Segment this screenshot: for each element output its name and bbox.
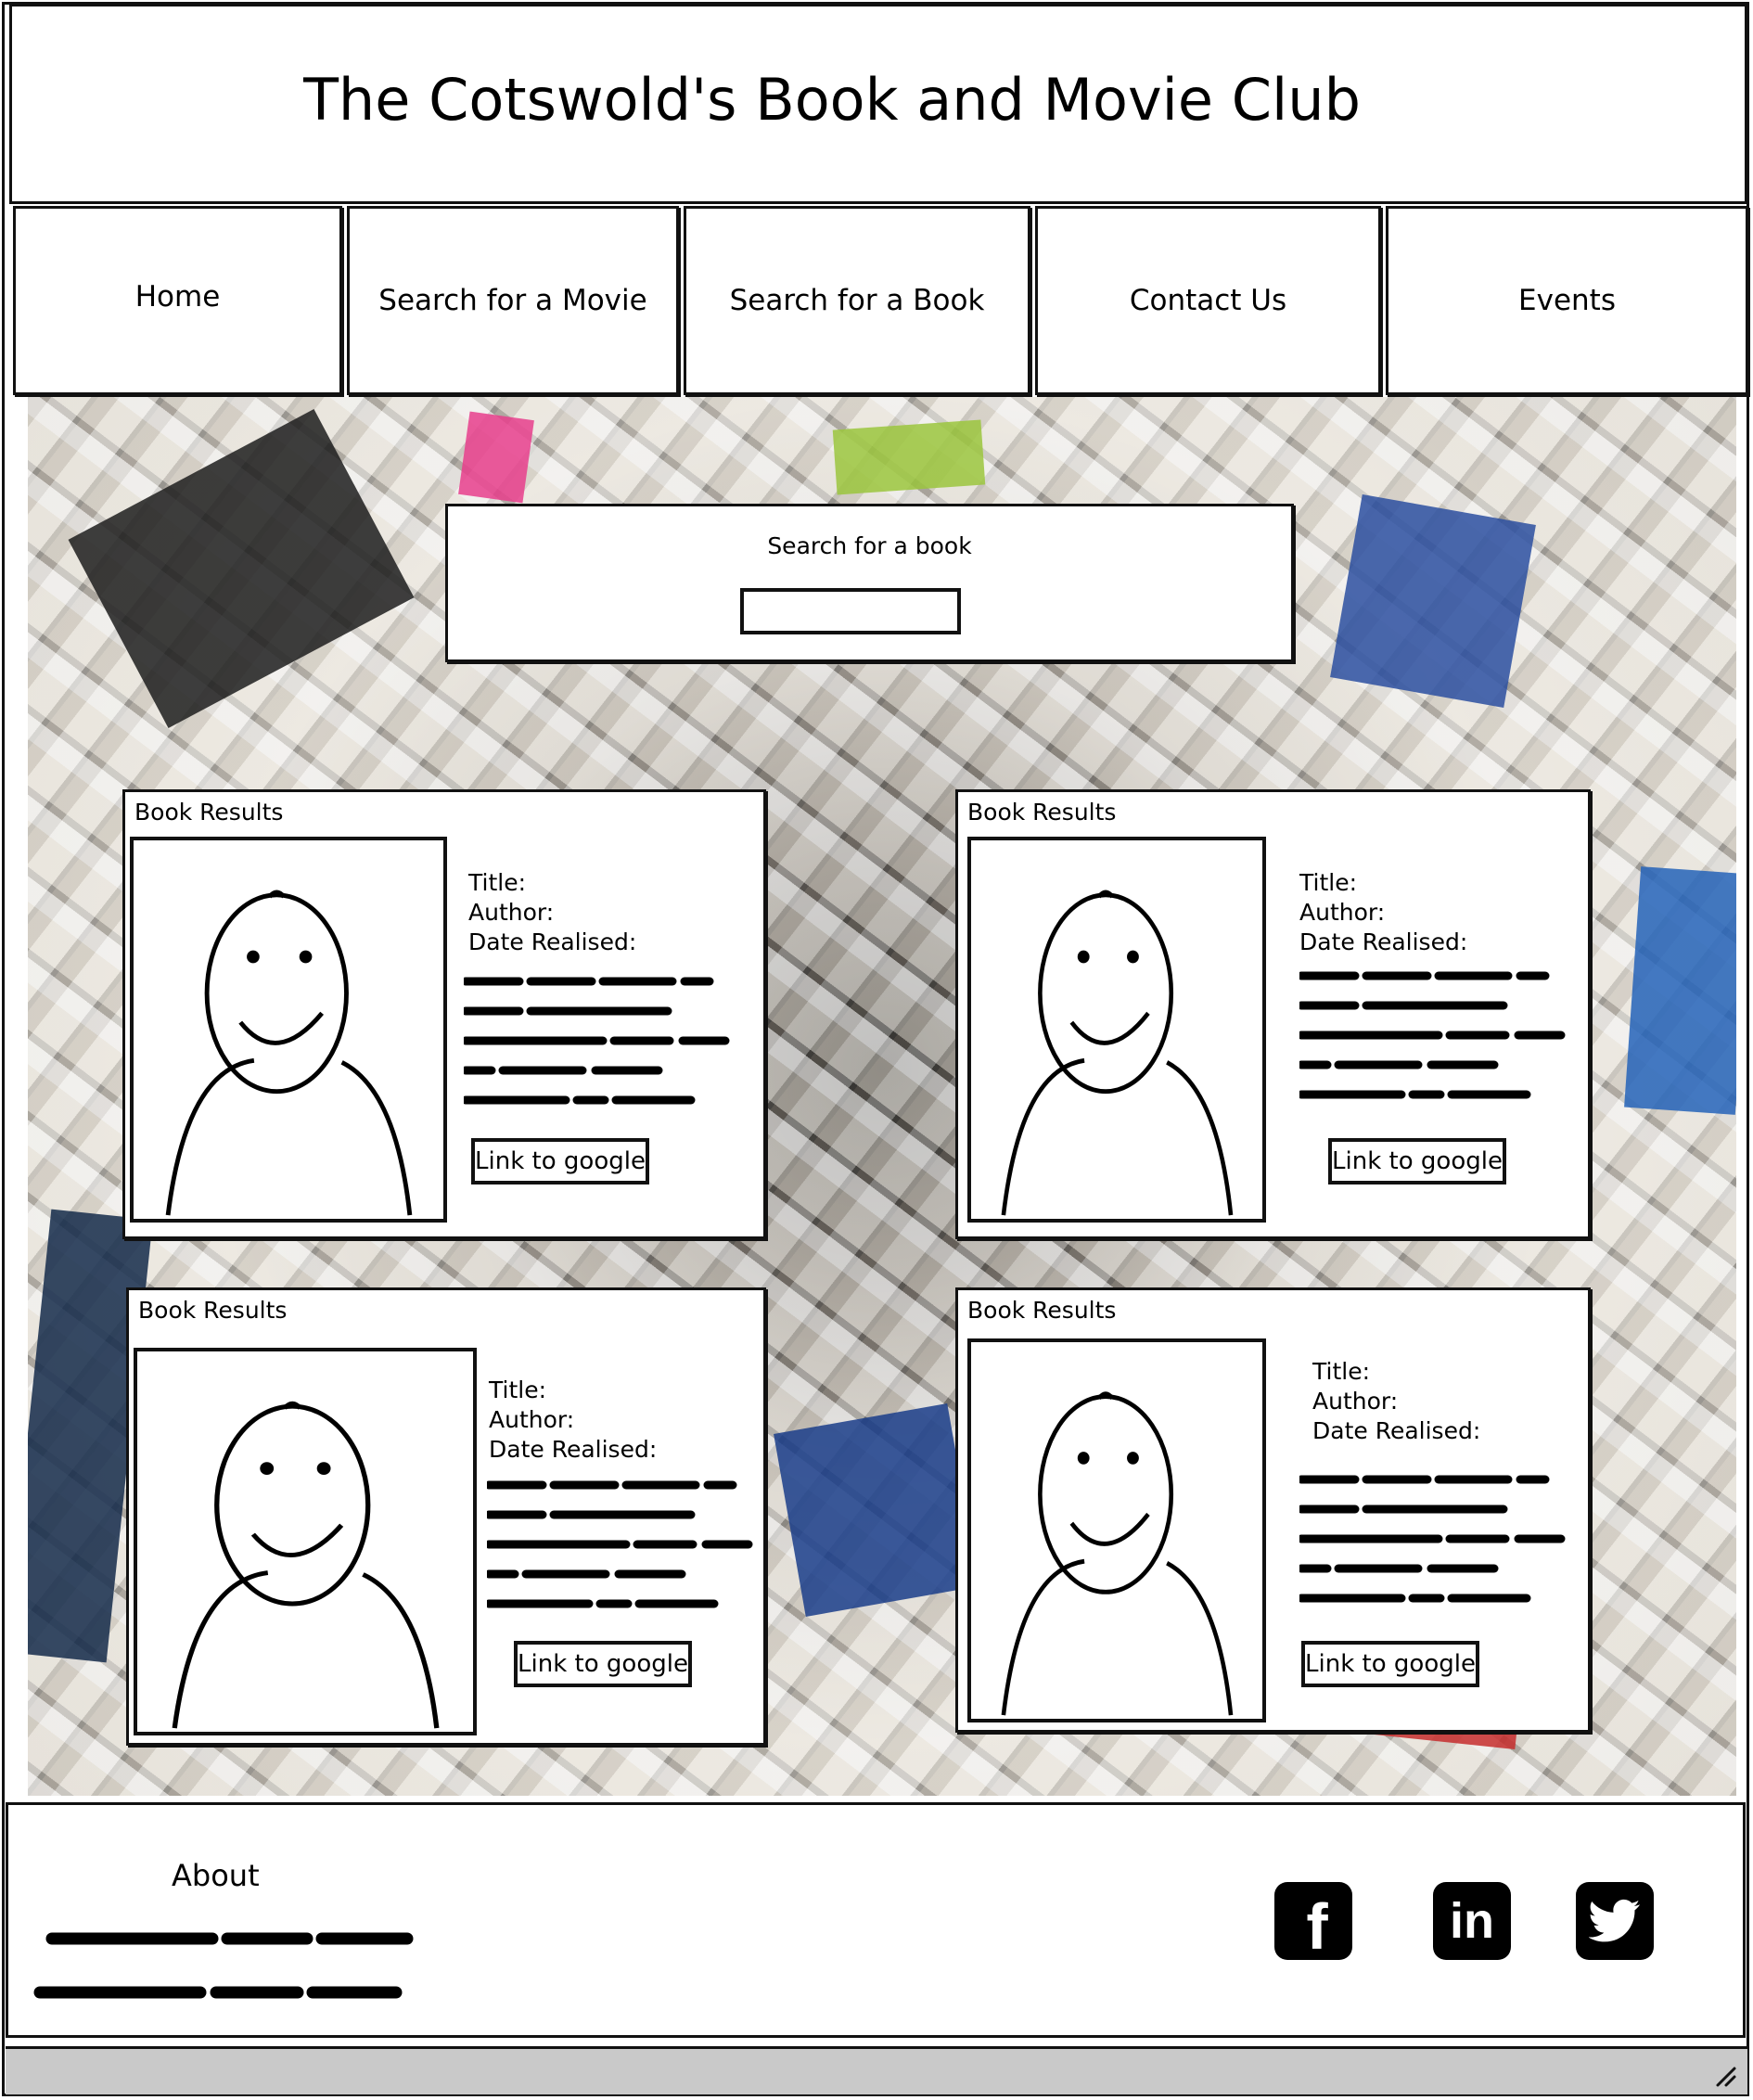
book-meta: Title: Author: Date Realised:: [489, 1376, 657, 1465]
nav-contact-us[interactable]: Contact Us: [1035, 206, 1381, 395]
date-label: Date Realised:: [1299, 928, 1468, 955]
card-heading: Book Results: [138, 1297, 288, 1324]
avatar-placeholder-icon: [134, 1348, 477, 1735]
book-search-panel: Search for a book: [445, 504, 1294, 662]
about-text-placeholder: [33, 1932, 414, 1999]
twitter-icon[interactable]: [1576, 1882, 1654, 1960]
linkedin-icon[interactable]: in: [1433, 1882, 1511, 1960]
author-label: Author:: [1299, 899, 1386, 926]
avatar-placeholder-icon: [967, 837, 1266, 1223]
link-to-google-button[interactable]: Link to google: [1301, 1641, 1479, 1687]
link-to-google-button[interactable]: Link to google: [514, 1641, 692, 1687]
book-meta: Title: Author: Date Realised:: [1299, 868, 1467, 957]
window-status-bar: [6, 2046, 1747, 2094]
date-label: Date Realised:: [468, 928, 637, 955]
book-result-card: Book Results Title: Author: Date Realise…: [955, 789, 1591, 1239]
nav-search-movie[interactable]: Search for a Movie: [347, 206, 679, 395]
title-label: Title:: [489, 1377, 546, 1403]
description-placeholder: [464, 977, 730, 1105]
avatar-placeholder-icon: [967, 1338, 1266, 1722]
date-label: Date Realised:: [489, 1436, 658, 1463]
author-label: Author:: [489, 1406, 575, 1433]
search-label: Search for a book: [767, 532, 972, 559]
card-heading: Book Results: [967, 1297, 1117, 1324]
book-meta: Title: Author: Date Realised:: [1312, 1357, 1480, 1446]
book-result-card: Book Results Title: Author: Date Realise…: [122, 789, 766, 1239]
facebook-glyph: f: [1306, 1890, 1328, 1963]
book-result-card: Book Results Title: Author: Date Realise…: [126, 1287, 766, 1746]
nav-home[interactable]: Home: [13, 206, 342, 395]
link-to-google-button[interactable]: Link to google: [471, 1138, 649, 1184]
description-placeholder: [1299, 1475, 1566, 1603]
resize-handle-icon[interactable]: [1714, 2065, 1738, 2089]
title-label: Title:: [1312, 1358, 1370, 1385]
book-search-input[interactable]: [740, 588, 961, 634]
about-heading: About: [172, 1858, 260, 1893]
nav-search-movie-label: Search for a Movie: [378, 284, 647, 317]
title-label: Title:: [1299, 869, 1357, 896]
nav-search-book[interactable]: Search for a Book: [684, 206, 1030, 395]
facebook-icon[interactable]: f: [1274, 1882, 1352, 1963]
date-label: Date Realised:: [1312, 1417, 1481, 1444]
nav-events[interactable]: Events: [1386, 206, 1748, 395]
site-header: The Cotswold's Book and Movie Club: [9, 4, 1747, 204]
nav-contact-us-label: Contact Us: [1129, 284, 1287, 317]
nav-search-book-label: Search for a Book: [729, 284, 985, 317]
link-to-google-button[interactable]: Link to google: [1328, 1138, 1506, 1184]
book-result-card: Book Results Title: Author: Date Realise…: [955, 1287, 1591, 1733]
linkedin-glyph: in: [1450, 1893, 1494, 1949]
twitter-bird-glyph: [1589, 1899, 1641, 1942]
description-placeholder: [487, 1480, 753, 1608]
author-label: Author:: [1312, 1388, 1399, 1415]
site-title: The Cotswold's Book and Movie Club: [303, 66, 1361, 134]
nav-events-label: Events: [1518, 284, 1616, 317]
title-label: Title:: [468, 869, 526, 896]
site-footer: About f in: [6, 1802, 1746, 2038]
description-placeholder: [1299, 971, 1566, 1099]
card-heading: Book Results: [967, 799, 1117, 826]
card-heading: Book Results: [134, 799, 284, 826]
nav-home-label: Home: [134, 280, 221, 314]
book-meta: Title: Author: Date Realised:: [468, 868, 636, 957]
avatar-placeholder-icon: [130, 837, 447, 1223]
author-label: Author:: [468, 899, 555, 926]
